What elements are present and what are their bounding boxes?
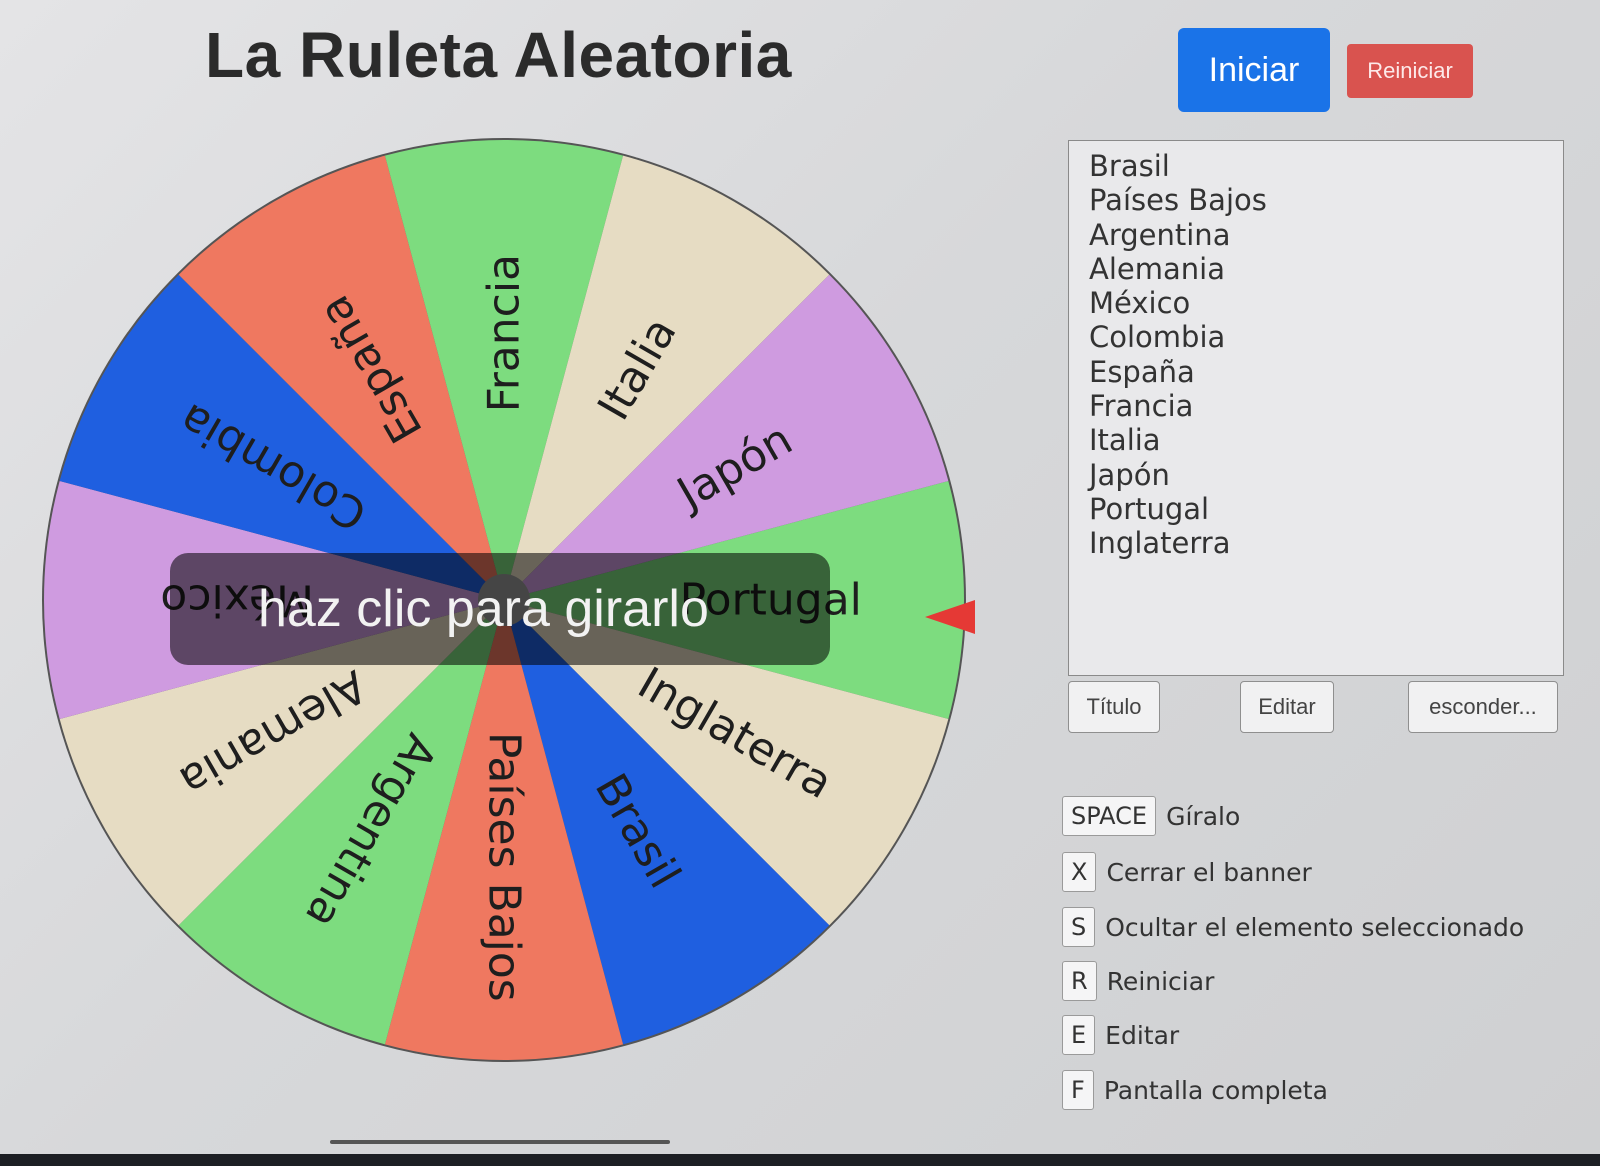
shortcut-key: F bbox=[1062, 1070, 1094, 1110]
screen-bezel bbox=[0, 1154, 1600, 1166]
shortcut-row: R Reiniciar bbox=[1062, 961, 1214, 1001]
shortcut-key: S bbox=[1062, 907, 1096, 947]
shortcut-label: Cerrar el banner bbox=[1106, 857, 1312, 887]
entry-item[interactable]: Italia bbox=[1089, 423, 1543, 457]
wheel-segment-label: Francia bbox=[479, 254, 530, 412]
shortcut-row: F Pantalla completa bbox=[1062, 1070, 1328, 1110]
shortcut-key: X bbox=[1062, 852, 1097, 892]
entries-list[interactable]: Brasil Países Bajos Argentina Alemania M… bbox=[1068, 140, 1564, 676]
entry-item[interactable]: Japón bbox=[1089, 458, 1543, 492]
title-button[interactable]: Título bbox=[1068, 681, 1160, 733]
shortcut-label: Gíralo bbox=[1166, 801, 1241, 831]
shortcut-label: Reiniciar bbox=[1106, 966, 1215, 996]
shortcut-key: E bbox=[1062, 1015, 1096, 1055]
shortcut-key: SPACE bbox=[1062, 796, 1157, 836]
entry-item[interactable]: Alemania bbox=[1089, 252, 1543, 286]
shortcut-row: E Editar bbox=[1062, 1015, 1179, 1055]
wheel-pointer-icon bbox=[925, 600, 975, 634]
entry-item[interactable]: Colombia bbox=[1089, 320, 1543, 354]
entry-item[interactable]: México bbox=[1089, 286, 1543, 320]
start-button[interactable]: Iniciar bbox=[1178, 28, 1330, 112]
page-title: La Ruleta Aleatoria bbox=[205, 19, 792, 91]
entry-item[interactable]: España bbox=[1089, 355, 1543, 389]
shortcut-row: SPACE Gíralo bbox=[1062, 796, 1240, 836]
divider bbox=[330, 1140, 670, 1144]
entry-item[interactable]: Inglaterra bbox=[1089, 526, 1543, 560]
reset-button[interactable]: Reiniciar bbox=[1347, 44, 1473, 98]
spin-banner[interactable]: haz clic para girarlo bbox=[170, 553, 830, 665]
entry-item[interactable]: Brasil bbox=[1089, 149, 1543, 183]
entry-item[interactable]: Países Bajos bbox=[1089, 183, 1543, 217]
page: La Ruleta Aleatoria Iniciar Reiniciar Po… bbox=[0, 0, 1600, 1166]
shortcut-key: R bbox=[1062, 961, 1097, 1001]
entry-item[interactable]: Portugal bbox=[1089, 492, 1543, 526]
hide-button[interactable]: esconder... bbox=[1408, 681, 1558, 733]
shortcut-row: S Ocultar el elemento seleccionado bbox=[1062, 907, 1524, 947]
shortcut-label: Ocultar el elemento seleccionado bbox=[1105, 912, 1525, 942]
entry-item[interactable]: Argentina bbox=[1089, 218, 1543, 252]
shortcut-label: Editar bbox=[1105, 1020, 1180, 1050]
shortcut-label: Pantalla completa bbox=[1103, 1075, 1328, 1105]
entry-item[interactable]: Francia bbox=[1089, 389, 1543, 423]
spin-banner-text: haz clic para girarlo bbox=[258, 580, 709, 638]
wheel-segment-label: Países Bajos bbox=[479, 732, 530, 1002]
shortcut-row: X Cerrar el banner bbox=[1062, 852, 1312, 892]
edit-button[interactable]: Editar bbox=[1240, 681, 1334, 733]
